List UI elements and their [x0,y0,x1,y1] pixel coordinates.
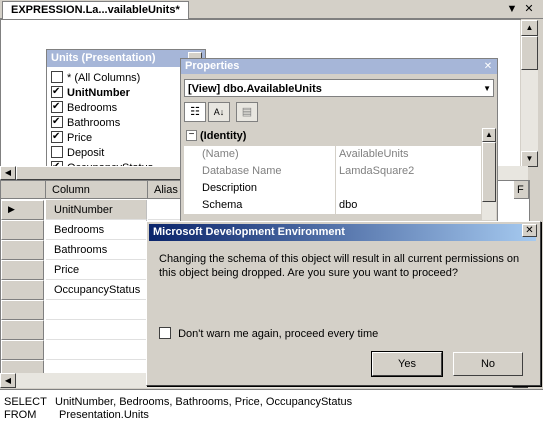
sql-select-keyword: SELECT [4,396,47,408]
row-header[interactable] [1,220,44,240]
categorized-icon[interactable]: ☷ [184,102,206,122]
column-label: Deposit [67,147,105,159]
grid-header-right[interactable]: F [514,181,529,199]
dialog-close-icon[interactable]: ✕ [522,224,537,237]
scroll-up-icon[interactable]: ▲ [521,20,538,36]
column-label: * (All Columns) [67,72,141,84]
yes-button[interactable]: Yes [371,351,443,377]
column-cell[interactable] [46,300,147,320]
identity-category-label: (Identity) [200,130,247,142]
column-cell[interactable]: Price [46,260,147,280]
column-checkbox[interactable] [51,84,63,99]
column-cell[interactable] [46,320,147,340]
property-name: (Name) [200,146,336,163]
properties-close-icon[interactable]: ✕ [482,60,494,73]
column-label: Bedrooms [67,102,118,114]
properties-scrollbar[interactable]: ▲ [481,128,496,220]
column-cell[interactable]: UnitNumber [46,200,147,220]
row-header[interactable] [1,240,44,260]
column-cell[interactable]: Bedrooms [46,220,147,240]
units-column-item[interactable]: Bathrooms [51,114,121,131]
confirmation-dialog: Microsoft Development Environment ✕ Chan… [146,221,541,386]
property-name: Schema [200,197,336,214]
sql-select-columns: UnitNumber, Bedrooms, Bathrooms, Price, … [55,396,353,408]
units-column-item[interactable]: * (All Columns) [51,71,140,86]
no-button[interactable]: No [453,352,523,376]
scroll-left-icon[interactable]: ◀ [0,166,16,180]
row-header[interactable] [1,260,44,280]
column-checkbox[interactable] [51,71,63,83]
object-selector[interactable]: [View] dbo.AvailableUnits ▼ [184,79,494,97]
properties-scroll-up-icon[interactable]: ▲ [482,128,496,142]
current-row-indicator-icon: ▶ [8,204,15,214]
sql-from-keyword: FROM [4,409,37,421]
column-checkbox[interactable] [51,129,63,144]
grid-corner-header [1,181,46,199]
properties-window: Properties ✕ [View] dbo.AvailableUnits ▼… [180,58,498,222]
property-row[interactable]: (Name) AvailableUnits [184,146,481,164]
dialog-message: Changing the schema of this object will … [159,253,520,279]
object-selector-dropdown-icon[interactable]: ▼ [483,80,491,98]
properties-scroll-thumb[interactable] [482,142,496,202]
column-label: Price [67,132,93,144]
row-header[interactable] [1,340,44,360]
identity-category-row[interactable]: − (Identity) [184,128,481,146]
property-row[interactable]: Description [184,180,481,198]
document-tab[interactable]: EXPRESSION.La...vailableUnits* [2,1,189,19]
properties-title[interactable]: Properties [181,59,497,74]
column-cell[interactable] [46,340,147,360]
column-checkbox[interactable] [51,146,63,158]
alphabetical-icon[interactable]: A↓ [208,102,230,122]
column-label: Bathrooms [67,117,121,129]
column-label: UnitNumber [67,87,130,99]
grid-scroll-left-icon[interactable]: ◀ [0,373,16,388]
column-checkbox[interactable] [51,99,63,114]
property-name: Description [200,180,336,197]
close-document-icon[interactable]: ✕ [522,2,536,16]
units-column-item[interactable]: UnitNumber [51,84,130,101]
property-row[interactable]: Schema dbo [184,197,481,215]
dont-warn-checkbox[interactable] [159,327,171,339]
property-value[interactable]: AvailableUnits [337,146,409,163]
scroll-down-icon[interactable]: ▼ [521,151,538,167]
property-name: Database Name [200,163,336,180]
column-checkbox[interactable] [51,114,63,129]
property-value[interactable]: dbo [337,197,357,214]
tab-list-dropdown-icon[interactable]: ▼ [505,2,519,16]
sql-from-table: Presentation.Units [59,409,149,421]
sql-pane[interactable]: SELECT UnitNumber, Bedrooms, Bathrooms, … [0,389,543,440]
property-pages-icon[interactable]: ▤ [236,102,258,122]
dont-warn-label: Don't warn me again, proceed every time [178,328,379,340]
property-value[interactable] [337,180,339,197]
object-selector-value: [View] dbo.AvailableUnits [188,83,322,95]
column-cell[interactable]: Bathrooms [46,240,147,260]
column-cell[interactable]: OccupancyStatus [46,280,147,300]
dont-warn-option[interactable]: Don't warn me again, proceed every time [159,327,378,340]
property-value[interactable]: LamdaSquare2 [337,163,414,180]
units-column-item[interactable]: Price [51,129,93,146]
row-header[interactable]: ▶ [1,200,44,220]
document-tab-strip: EXPRESSION.La...vailableUnits* ▼ ✕ [0,0,543,19]
column-header[interactable]: Column [46,181,148,199]
row-header[interactable] [1,300,44,320]
dialog-title[interactable]: Microsoft Development Environment [149,224,536,241]
collapse-icon[interactable]: − [186,130,197,141]
property-row[interactable]: Database Name LamdaSquare2 [184,163,481,181]
units-column-item[interactable]: Bedrooms [51,99,118,116]
diagram-vertical-scrollbar[interactable]: ▲ ▼ [520,20,538,167]
row-header[interactable] [1,320,44,340]
row-header[interactable] [1,280,44,300]
scroll-thumb[interactable] [521,36,538,70]
